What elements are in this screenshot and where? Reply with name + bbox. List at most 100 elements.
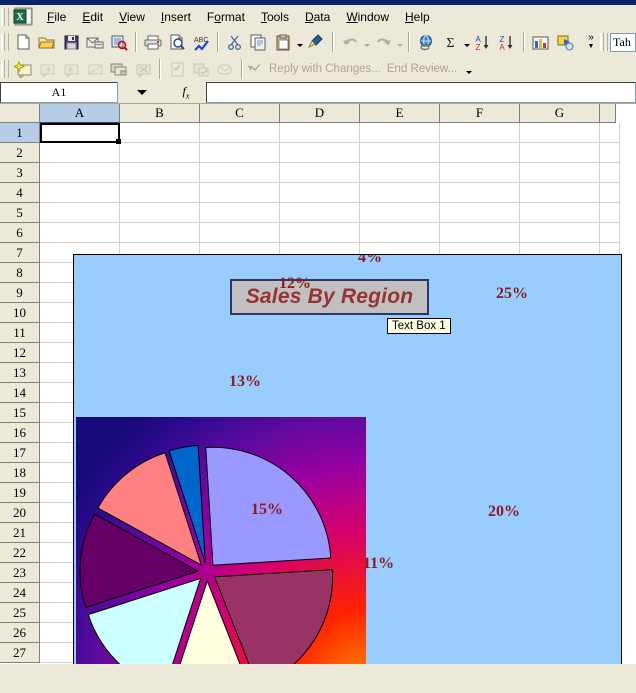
- grid-cell[interactable]: [280, 183, 360, 203]
- column-header-c[interactable]: C: [200, 104, 280, 123]
- row-header-16[interactable]: 16: [0, 423, 40, 443]
- grid-row[interactable]: [40, 123, 636, 143]
- grid-cell[interactable]: [600, 163, 620, 183]
- copy-icon[interactable]: [247, 31, 271, 54]
- grid-row[interactable]: [40, 183, 636, 203]
- data-label-sweden[interactable]: 15%: [251, 501, 283, 519]
- menu-item-view[interactable]: View: [111, 7, 153, 27]
- standard-toolbar-drag-handle[interactable]: [1, 33, 9, 51]
- data-label-italy[interactable]: 13%: [229, 373, 261, 391]
- row-header-12[interactable]: 12: [0, 343, 40, 363]
- column-header-b[interactable]: B: [120, 104, 200, 123]
- next-comment-icon[interactable]: [59, 58, 83, 81]
- insert-hyperlink-icon[interactable]: [414, 31, 438, 54]
- hide-comment-icon[interactable]: [83, 58, 107, 81]
- grid-cell[interactable]: [280, 163, 360, 183]
- row-header-3[interactable]: 3: [0, 163, 40, 183]
- grid-cell[interactable]: [360, 203, 440, 223]
- toolbar-overflow-icon[interactable]: » ▼: [585, 33, 599, 51]
- pie-chart[interactable]: [76, 417, 366, 664]
- grid-cell[interactable]: [280, 143, 360, 163]
- grid-cell[interactable]: [280, 203, 360, 223]
- toolbar-options-icon[interactable]: [464, 58, 473, 81]
- create-task-icon[interactable]: [165, 58, 189, 81]
- new-comment-icon[interactable]: [11, 58, 35, 81]
- paste-icon[interactable]: [271, 31, 295, 54]
- grid-cell[interactable]: [200, 223, 280, 243]
- data-label-france[interactable]: 25%: [496, 285, 528, 303]
- undo-dropdown-icon[interactable]: [362, 31, 371, 54]
- redo-icon[interactable]: [371, 31, 395, 54]
- menu-item-insert[interactable]: Insert: [153, 7, 199, 27]
- save-icon[interactable]: [59, 31, 83, 54]
- grid-cell[interactable]: [440, 183, 520, 203]
- menu-item-format[interactable]: Format: [199, 7, 253, 27]
- print-icon[interactable]: [141, 31, 165, 54]
- grid-cell[interactable]: [600, 143, 620, 163]
- formula-input[interactable]: [206, 82, 636, 103]
- grid-cell[interactable]: [40, 223, 120, 243]
- row-header-5[interactable]: 5: [0, 203, 40, 223]
- row-header-21[interactable]: 21: [0, 523, 40, 543]
- chart-wizard-icon[interactable]: [529, 31, 553, 54]
- row-header-22[interactable]: 22: [0, 543, 40, 563]
- grid-cell[interactable]: [200, 163, 280, 183]
- grid-cell[interactable]: [520, 123, 600, 143]
- data-label-portugal[interactable]: 4%: [358, 255, 382, 267]
- menu-item-data[interactable]: Data: [297, 7, 338, 27]
- row-header-23[interactable]: 23: [0, 563, 40, 583]
- row-header-7[interactable]: 7: [0, 243, 40, 263]
- row-header-18[interactable]: 18: [0, 463, 40, 483]
- autosum-icon[interactable]: Σ: [438, 31, 462, 54]
- row-header-26[interactable]: 26: [0, 623, 40, 643]
- grid-cell[interactable]: [440, 123, 520, 143]
- new-icon[interactable]: [11, 31, 35, 54]
- sort-descending-icon[interactable]: ZA: [495, 31, 519, 54]
- row-header-1[interactable]: 1: [0, 123, 40, 143]
- name-box[interactable]: A1: [0, 82, 118, 103]
- chart-plot-area[interactable]: [76, 417, 366, 664]
- undo-icon[interactable]: [338, 31, 362, 54]
- row-header-19[interactable]: 19: [0, 483, 40, 503]
- grid-cell[interactable]: [280, 123, 360, 143]
- chart-title-textbox[interactable]: Sales By Region: [230, 279, 429, 315]
- grid-cell[interactable]: [200, 123, 280, 143]
- redo-dropdown-icon[interactable]: [395, 31, 404, 54]
- menubar-drag-handle[interactable]: [1, 7, 9, 26]
- grid-cell[interactable]: [440, 203, 520, 223]
- grid-cell[interactable]: [200, 203, 280, 223]
- row-header-25[interactable]: 25: [0, 603, 40, 623]
- autosum-dropdown-icon[interactable]: [462, 31, 471, 54]
- cut-icon[interactable]: [223, 31, 247, 54]
- grid-cell[interactable]: [120, 223, 200, 243]
- column-header-h[interactable]: [600, 104, 616, 123]
- drawing-icon[interactable]: [553, 31, 577, 54]
- grid-cell[interactable]: [200, 143, 280, 163]
- data-label-germany[interactable]: 20%: [488, 503, 520, 521]
- sort-ascending-icon[interactable]: AZ: [471, 31, 495, 54]
- column-header-f[interactable]: F: [440, 104, 520, 123]
- grid-cell[interactable]: [440, 223, 520, 243]
- grid-cell[interactable]: [360, 223, 440, 243]
- menu-item-file[interactable]: File: [39, 7, 74, 27]
- grid-cell[interactable]: [200, 183, 280, 203]
- grid-cell[interactable]: [520, 203, 600, 223]
- grid-cell[interactable]: [600, 123, 620, 143]
- data-label-spain[interactable]: 12%: [279, 275, 311, 293]
- mail-recipient-icon[interactable]: [213, 58, 237, 81]
- row-header-17[interactable]: 17: [0, 443, 40, 463]
- reviewing-toolbar-drag-handle[interactable]: [1, 60, 9, 78]
- row-header-8[interactable]: 8: [0, 263, 40, 283]
- chevron-down-icon[interactable]: [118, 82, 166, 103]
- select-all-corner[interactable]: [0, 104, 40, 123]
- grid-cell[interactable]: [600, 203, 620, 223]
- font-name-input[interactable]: Tah: [610, 32, 636, 52]
- grid-cell[interactable]: [40, 183, 120, 203]
- grid-row[interactable]: [40, 223, 636, 243]
- row-header-9[interactable]: 9: [0, 283, 40, 303]
- grid-cell[interactable]: [520, 143, 600, 163]
- font-toolbar-drag-handle[interactable]: [600, 33, 608, 51]
- paste-dropdown-icon[interactable]: [295, 31, 304, 54]
- grid-cell[interactable]: [280, 223, 360, 243]
- grid-cell[interactable]: [360, 123, 440, 143]
